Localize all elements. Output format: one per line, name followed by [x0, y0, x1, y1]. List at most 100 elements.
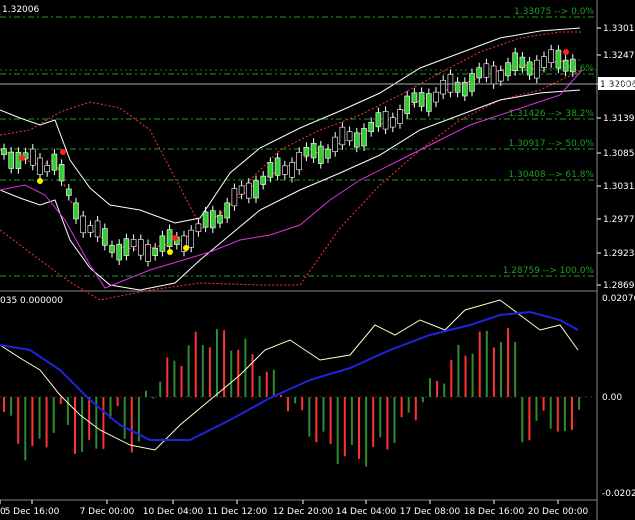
- candle-body: [8, 151, 14, 169]
- price-tick-label: 1.29235: [603, 249, 635, 259]
- price-tick-label: 1.30315: [603, 182, 635, 192]
- candle-body: [519, 56, 526, 69]
- candle-body: [37, 157, 43, 175]
- candle-body: [483, 63, 490, 78]
- price-tick-label: 1.29775: [603, 215, 635, 225]
- candle-body: [389, 117, 396, 128]
- time-tick-label: 20 Dec 00:00: [528, 507, 589, 517]
- candle-body: [15, 151, 22, 169]
- candle-body: [188, 229, 194, 248]
- time-tick-label: 14 Dec 04:00: [336, 507, 397, 517]
- time-tick-label: 11 Dec 12:00: [207, 507, 268, 517]
- fib-level-label: 1.30408 --> 61.8%: [508, 170, 594, 180]
- candle-body: [346, 131, 353, 142]
- candle-body: [1, 148, 7, 155]
- candle-body: [274, 157, 281, 176]
- indicator-tick-label: 0.02076: [602, 294, 635, 304]
- price-axis-ticks: 1.33015 1.32475 1.31935 1.31395 1.30855 1.303…: [597, 24, 635, 291]
- candle-body: [253, 180, 259, 199]
- candle-body: [397, 109, 403, 124]
- candle-body: [317, 145, 324, 164]
- indicator-header-value: 035 0.000000: [0, 296, 63, 306]
- candle-body: [80, 215, 86, 234]
- trading-terminal: 1.33075 --> 0.0% 1.32585 --> 23.6% 1.31426…: [0, 0, 635, 520]
- oscillator-main-line: [0, 299, 579, 451]
- candle-body: [303, 147, 310, 157]
- candle-body: [447, 74, 454, 93]
- time-tick-label: 5 Dec 16:00: [5, 507, 60, 517]
- candle-body: [123, 238, 130, 256]
- candle-body: [411, 92, 418, 103]
- fib-level-label: 1.31426 --> 38.2%: [508, 109, 594, 119]
- price-tick-label: 1.31935: [603, 80, 635, 90]
- price-tick-label: 1.33015: [603, 24, 635, 34]
- fib-level-label: 1.33075 --> 0.0%: [514, 7, 594, 17]
- candle-body: [159, 235, 166, 252]
- price-tick-label: 1.30855: [603, 149, 635, 159]
- candle-body: [490, 65, 497, 85]
- candle-body: [339, 126, 346, 146]
- candle-body: [505, 62, 511, 77]
- candle-body: [425, 93, 432, 112]
- signal-dot: [167, 249, 173, 255]
- oscillator-signal-line: [0, 310, 579, 441]
- candle-body: [296, 151, 303, 171]
- signal-dot: [19, 155, 25, 161]
- candle-body: [267, 162, 274, 178]
- time-tick-label: 18 Dec 16:00: [464, 507, 525, 517]
- candle-body: [217, 214, 223, 224]
- candle-body: [533, 59, 540, 79]
- indicator-axis-ticks: 0.02076 0.00 -0.0202: [602, 294, 635, 499]
- time-tick-label: 17 Dec 08:00: [400, 507, 461, 517]
- candle-body: [29, 148, 36, 166]
- oscillator-lines: [0, 299, 579, 451]
- candle-body: [87, 225, 94, 233]
- candle-body: [260, 175, 267, 185]
- price-tick-label: 1.28695: [603, 281, 635, 291]
- candle-body: [476, 67, 483, 79]
- candle-body: [58, 164, 65, 182]
- price-tick-label: 1.32475: [603, 51, 635, 61]
- candle-body: [145, 244, 151, 262]
- chart-canvas[interactable]: 1.33075 --> 0.0%1.32585 --> 23.6%1.31426…: [0, 0, 635, 520]
- candle-body: [497, 70, 504, 82]
- candle-body: [210, 210, 216, 229]
- candle-body: [469, 73, 475, 92]
- candle-body: [238, 185, 245, 195]
- fib-level-label: 1.30917 --> 50.0%: [508, 139, 594, 149]
- candle-body: [130, 239, 137, 247]
- candle-body: [202, 211, 209, 228]
- candle-body: [51, 153, 58, 171]
- candle-body: [94, 220, 101, 238]
- candle-body: [555, 49, 562, 69]
- candle-body: [44, 165, 51, 173]
- candle-body: [138, 239, 144, 256]
- envelope-upper: [0, 31, 582, 226]
- signal-dot: [60, 149, 66, 155]
- candle-body: [332, 136, 339, 152]
- price-header-value: 1.32006: [2, 5, 39, 15]
- indicator-tick-label: -0.0202: [602, 489, 635, 499]
- candle-body: [512, 52, 519, 72]
- time-axis-labels: 05 Dec 16:00 7 Dec 00:00 10 Dec 04:00 11 De…: [0, 500, 589, 517]
- candle-body: [195, 223, 202, 232]
- candle-body: [569, 58, 576, 73]
- candle-body: [102, 228, 108, 246]
- time-tick-label: 10 Dec 04:00: [143, 507, 204, 517]
- fib-level-label: 1.28759 --> 100.0%: [503, 266, 595, 276]
- time-tick-label: 12 Dec 20:00: [273, 507, 334, 517]
- candlesticks: [1, 44, 576, 267]
- price-tick-label: 1.31395: [603, 114, 635, 124]
- candle-body: [440, 79, 447, 95]
- candle-body: [353, 132, 360, 148]
- candle-body: [541, 56, 547, 68]
- signal-dot: [37, 178, 43, 184]
- candle-body: [289, 162, 295, 178]
- time-tick-label: 7 Dec 00:00: [80, 507, 135, 517]
- signal-dot: [563, 49, 569, 55]
- indicator-tick-label: 0.00: [602, 393, 622, 403]
- signal-dot: [183, 245, 189, 251]
- candle-body: [325, 148, 331, 159]
- candle-body: [361, 128, 367, 147]
- candle-body: [562, 59, 569, 72]
